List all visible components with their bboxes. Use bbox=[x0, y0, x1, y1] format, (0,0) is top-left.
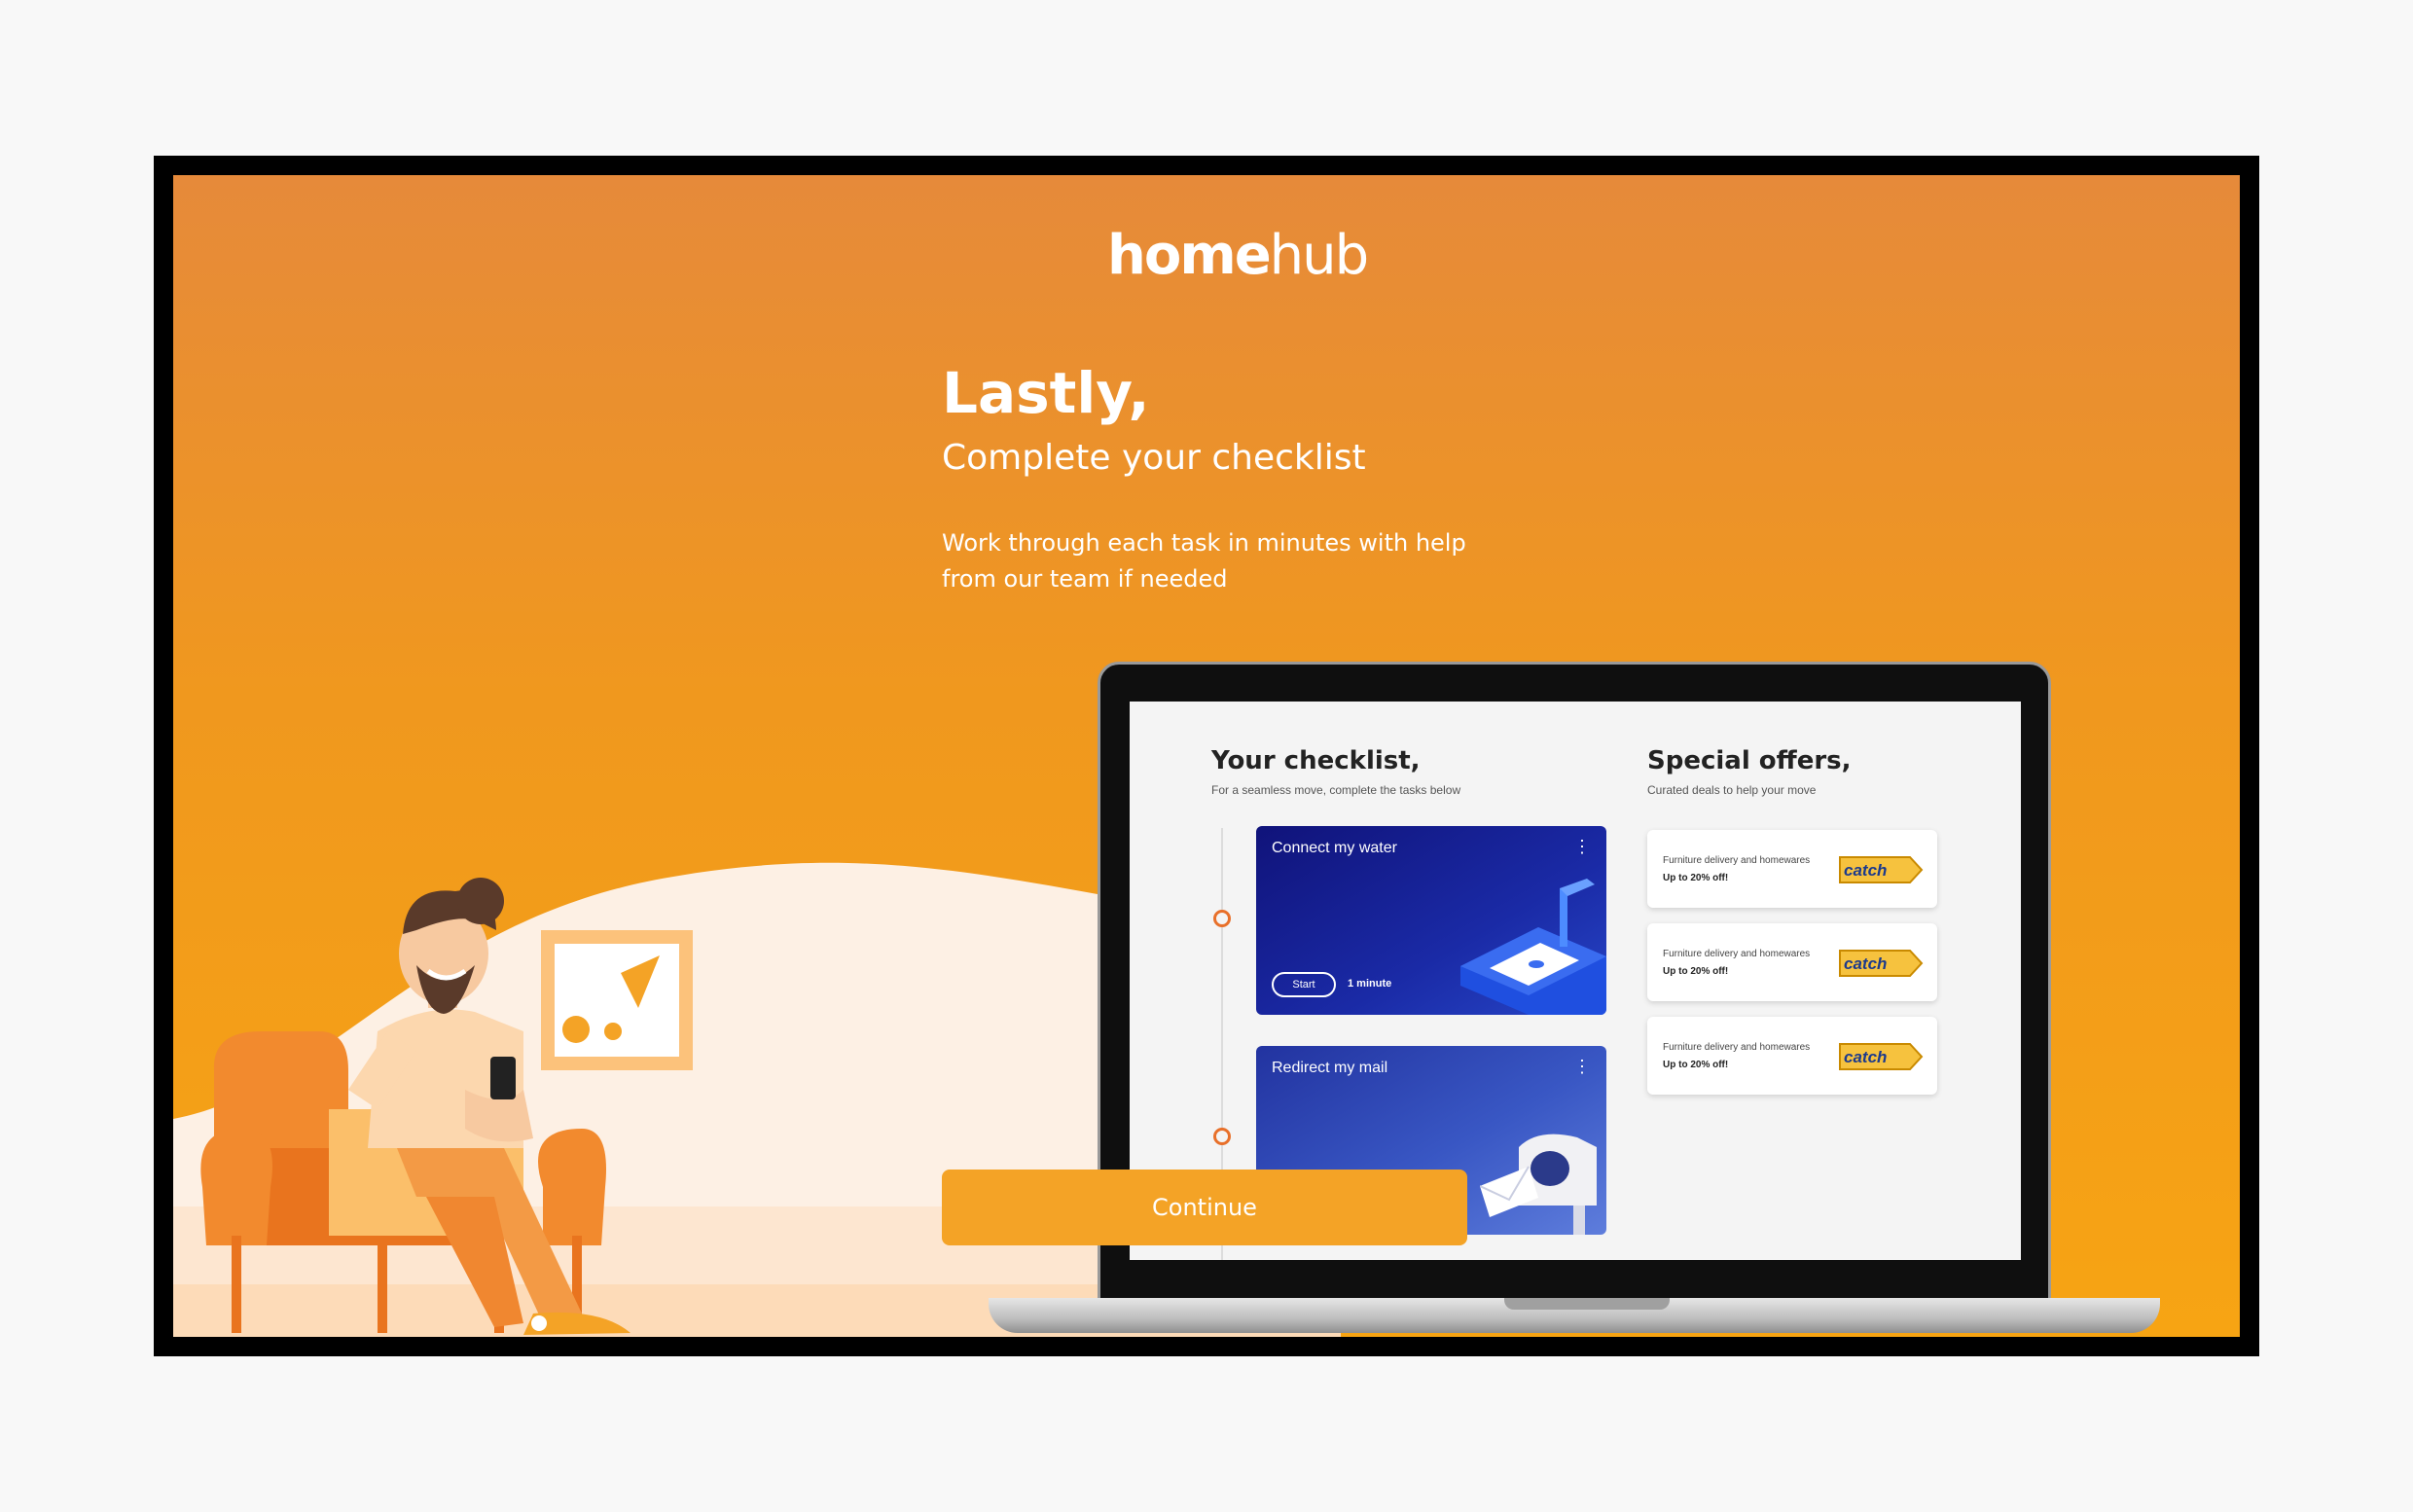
offer-card[interactable]: Furniture delivery and homewares Up to 2… bbox=[1647, 830, 1937, 908]
timeline-dot bbox=[1213, 1128, 1231, 1145]
more-options-icon[interactable]: ⋮ bbox=[1573, 838, 1591, 855]
more-options-icon[interactable]: ⋮ bbox=[1573, 1058, 1591, 1075]
offer-description: Furniture delivery and homewares bbox=[1663, 1042, 1811, 1053]
task-duration: 1 minute bbox=[1348, 978, 1392, 990]
offer-description: Furniture delivery and homewares bbox=[1663, 949, 1811, 959]
offer-card[interactable]: Furniture delivery and homewares Up to 2… bbox=[1647, 1017, 1937, 1095]
offer-card[interactable]: Furniture delivery and homewares Up to 2… bbox=[1647, 923, 1937, 1001]
task-label: Redirect my mail bbox=[1272, 1060, 1388, 1076]
laptop-base bbox=[989, 1298, 2160, 1333]
special-offers-subtitle: Curated deals to help your move bbox=[1647, 783, 1817, 797]
page-subtitle: Complete your checklist bbox=[942, 438, 1366, 478]
checklist-title: Your checklist, bbox=[1211, 746, 1421, 775]
catch-logo: catch bbox=[1839, 1043, 1924, 1070]
offer-description: Furniture delivery and homewares bbox=[1663, 855, 1811, 866]
svg-text:catch: catch bbox=[1844, 861, 1887, 880]
svg-text:catch: catch bbox=[1844, 1048, 1887, 1066]
mailbox-icon bbox=[1480, 1134, 1597, 1235]
onboarding-screen: homehub Lastly, Complete your checklist … bbox=[173, 175, 2240, 1337]
task-card-connect-water[interactable]: Connect my water ⋮ Start 1 minute bbox=[1256, 826, 1606, 1015]
offer-discount: Up to 20% off! bbox=[1663, 966, 1729, 977]
svg-text:catch: catch bbox=[1844, 954, 1887, 973]
homehub-logo: homehub bbox=[1107, 224, 1369, 287]
offer-discount: Up to 20% off! bbox=[1663, 873, 1729, 883]
task-label: Connect my water bbox=[1272, 840, 1397, 856]
offer-discount: Up to 20% off! bbox=[1663, 1060, 1729, 1070]
catch-logo: catch bbox=[1839, 856, 1924, 883]
laptop-notch bbox=[1504, 1298, 1670, 1310]
start-button[interactable]: Start bbox=[1272, 972, 1336, 997]
continue-button[interactable]: Continue bbox=[942, 1170, 1467, 1245]
device-frame: homehub Lastly, Complete your checklist … bbox=[154, 156, 2259, 1356]
page-title: Lastly, bbox=[942, 360, 1150, 426]
checklist-subtitle: For a seamless move, complete the tasks … bbox=[1211, 783, 1461, 797]
water-tap-icon bbox=[1460, 879, 1606, 1015]
special-offers-title: Special offers, bbox=[1647, 746, 1852, 775]
catch-logo: catch bbox=[1839, 950, 1924, 977]
page-description: Work through each task in minutes with h… bbox=[942, 529, 1466, 593]
timeline-dot bbox=[1213, 910, 1231, 927]
